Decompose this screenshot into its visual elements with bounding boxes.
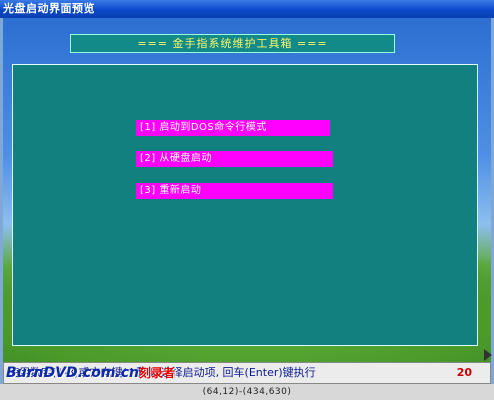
banner-title: === 金手指系统维护工具箱 === — [137, 37, 328, 50]
countdown-timer: 20 — [456, 366, 472, 379]
coordinates-text: (64,12)-(434,630) — [202, 387, 292, 397]
watermark-brand: BurnDVD — [6, 365, 78, 381]
watermark-cn: 刻录者 — [139, 366, 176, 380]
watermark-domain: .com.cn — [77, 365, 140, 381]
toolbox-banner: === 金手指系统维护工具箱 === — [70, 34, 395, 53]
boot-menu-panel: [1] 启动到DOS命令行模式 [2] 从硬盘启动 [3] 重新启动 — [12, 64, 478, 346]
menu-item-dos[interactable]: [1] 启动到DOS命令行模式 — [136, 120, 330, 136]
menu-item-harddisk[interactable]: [2] 从硬盘启动 — [136, 151, 333, 167]
window-title: 光盘启动界面预览 — [3, 2, 95, 15]
watermark-logo: BurnDVD.com.cn刻录者 — [6, 364, 175, 381]
menu-item-restart[interactable]: [3] 重新启动 — [136, 183, 333, 199]
coordinates-readout: (64,12)-(434,630) — [0, 384, 494, 400]
window-titlebar[interactable]: 光盘启动界面预览 — [0, 0, 494, 18]
